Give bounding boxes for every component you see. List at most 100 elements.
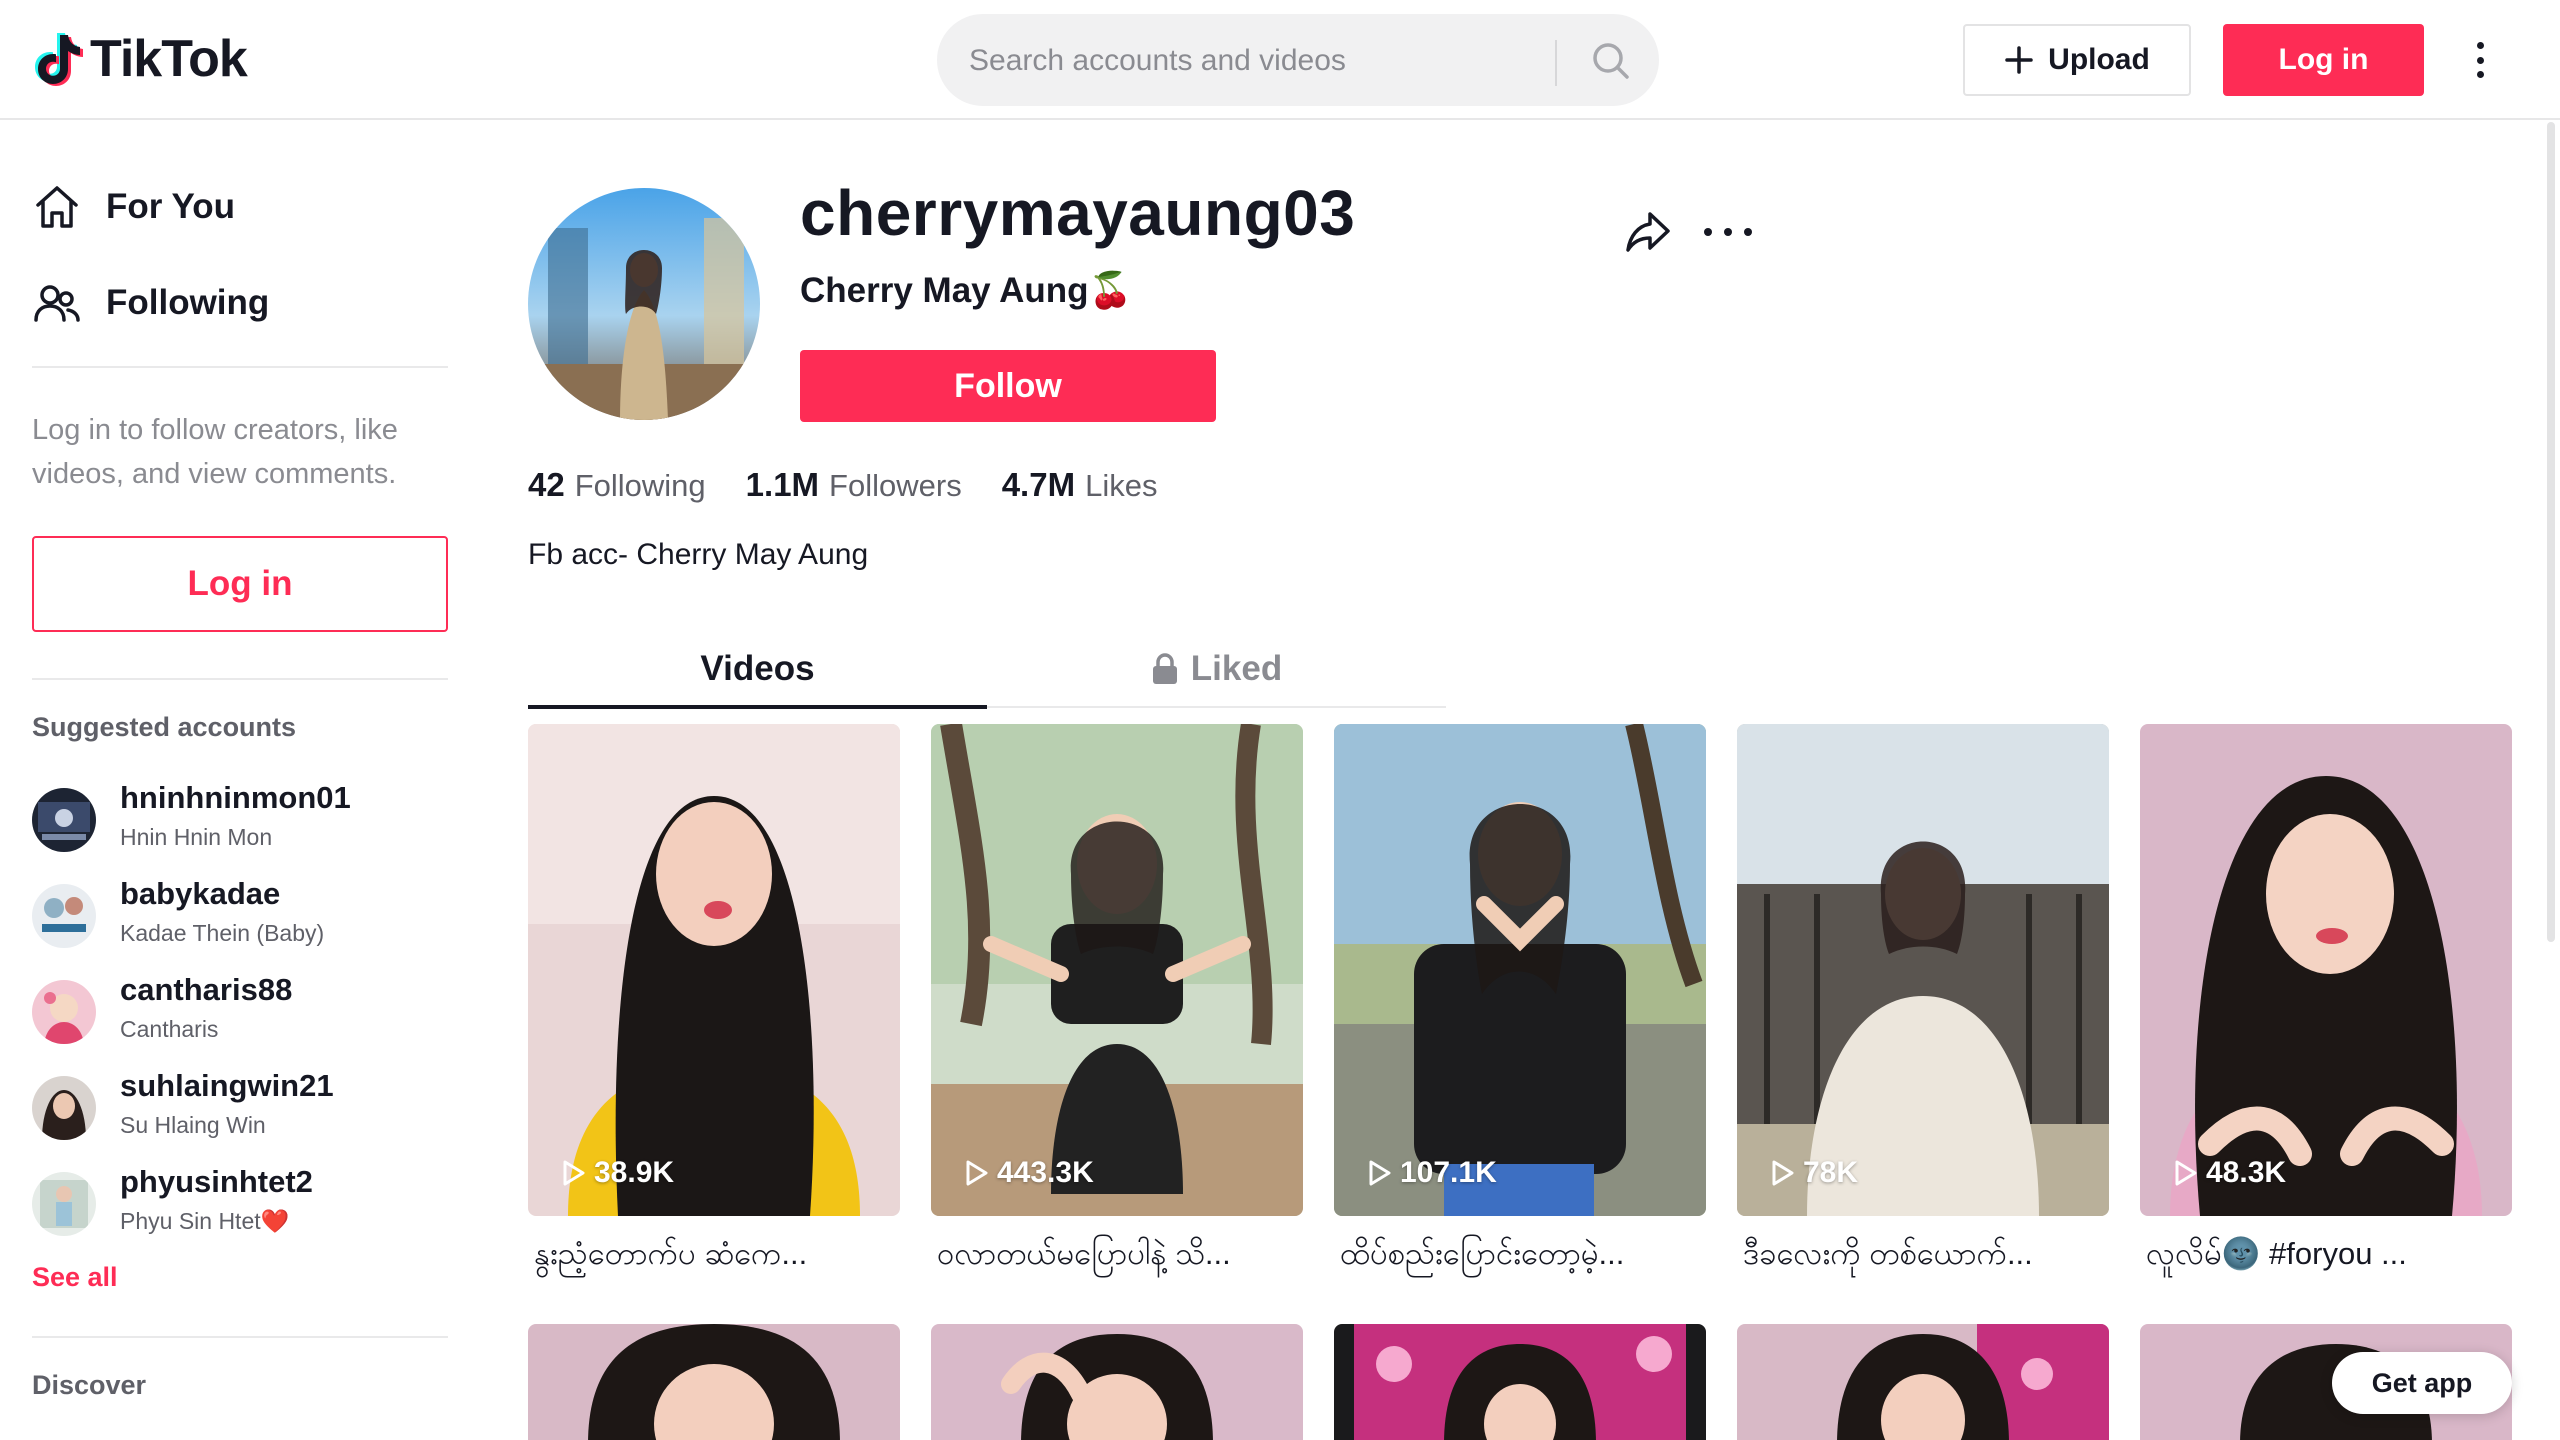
tiktok-note-icon xyxy=(35,33,83,86)
account-username: cantharis88 xyxy=(120,972,293,1007)
suggested-account[interactable]: babykadae Kadae Thein (Baby) xyxy=(32,874,452,954)
sidebar-divider xyxy=(32,366,448,368)
tab-videos[interactable]: Videos xyxy=(528,630,987,708)
home-icon xyxy=(36,186,78,228)
view-count: 443.3K xyxy=(961,1156,1094,1190)
stat-followers[interactable]: 1.1M Followers xyxy=(746,466,962,504)
sidebar-item-label: For You xyxy=(106,187,235,226)
view-count-value: 48.3K xyxy=(2206,1156,2287,1189)
search-bar xyxy=(937,14,1659,106)
play-icon xyxy=(563,1160,585,1186)
follow-button[interactable]: Follow xyxy=(800,350,1216,422)
account-username: phyusinhtet2 xyxy=(120,1164,313,1199)
search-button[interactable] xyxy=(1575,26,1647,96)
scrollbar-thumb[interactable] xyxy=(2547,122,2555,942)
stat-value: 4.7M xyxy=(1001,466,1076,503)
login-hint-text: Log in to follow creators, like videos, … xyxy=(32,414,398,490)
video-thumbnail xyxy=(931,724,1303,1216)
top-header: TikTok Upload Log in xyxy=(0,0,2560,120)
suggested-accounts-title: Suggested accounts xyxy=(32,712,297,742)
page-scrollbar[interactable] xyxy=(2544,122,2558,1440)
view-count-value: 107.1K xyxy=(1400,1156,1497,1189)
play-icon xyxy=(1369,1160,1391,1186)
account-username: suhlaingwin21 xyxy=(120,1068,334,1103)
discover-title: Discover xyxy=(32,1370,147,1400)
sidebar: For You Following Log in to follow creat… xyxy=(0,122,480,1440)
view-count: 48.3K xyxy=(2170,1156,2286,1190)
video-thumbnail xyxy=(1737,724,2109,1216)
stat-likes: 4.7M Likes xyxy=(1002,466,1158,504)
avatar xyxy=(32,1076,96,1140)
profile-tabs: Videos Liked xyxy=(528,630,1446,709)
video-thumbnail xyxy=(528,1324,900,1440)
people-icon xyxy=(34,285,80,322)
upload-label: Upload xyxy=(2048,43,2150,76)
play-icon xyxy=(2175,1160,2197,1186)
view-count: 78K xyxy=(1767,1156,1858,1190)
avatar xyxy=(32,980,96,1044)
sidebar-divider xyxy=(32,1336,448,1338)
tab-liked[interactable]: Liked xyxy=(987,630,1446,708)
stat-label: Following xyxy=(574,468,706,503)
view-count-value: 443.3K xyxy=(997,1156,1094,1189)
account-display-name: Su Hlaing Win xyxy=(120,1112,266,1138)
profile-username: cherrymayaung03 xyxy=(800,177,1356,249)
suggested-account[interactable]: suhlaingwin21 Su Hlaing Win xyxy=(32,1066,452,1146)
account-display-name: Hnin Hnin Mon xyxy=(120,824,273,850)
account-display-name: Cantharis xyxy=(120,1016,219,1042)
stat-value: 1.1M xyxy=(745,466,820,503)
account-display-name: Phyu Sin Htet❤️ xyxy=(120,1208,290,1234)
logo-wordmark: TikTok xyxy=(90,30,248,88)
avatar xyxy=(32,1172,96,1236)
header-login-button[interactable]: Log in xyxy=(2223,24,2424,96)
profile-more-icon[interactable] xyxy=(1704,212,1752,252)
account-username: babykadae xyxy=(120,876,281,911)
video-thumbnail xyxy=(528,724,900,1216)
see-all-link[interactable]: See all xyxy=(32,1262,118,1293)
search-icon xyxy=(1593,43,1629,79)
sidebar-item-label: Following xyxy=(106,283,270,322)
video-caption[interactable]: ထိပ်စည်းပြောင်းတော့မဲ့... xyxy=(1340,1234,1700,1280)
view-count-value: 38.9K xyxy=(594,1156,675,1189)
suggested-account[interactable]: phyusinhtet2 Phyu Sin Htet❤️ xyxy=(32,1162,452,1242)
view-count-value: 78K xyxy=(1803,1156,1859,1189)
video-caption[interactable]: နွးညံ့တောက်ပ ဆံကေ... xyxy=(534,1234,894,1280)
upload-button[interactable]: Upload xyxy=(1963,24,2191,96)
stat-label: Likes xyxy=(1085,468,1158,503)
play-icon xyxy=(966,1160,988,1186)
share-icon[interactable] xyxy=(1622,206,1674,258)
profile-nickname: Cherry May Aung🍒 xyxy=(800,271,1133,310)
account-username: hninhninmon01 xyxy=(120,780,351,815)
video-caption[interactable]: ဒီခလေးကို တစ်ယောက်... xyxy=(1743,1234,2103,1280)
plus-icon xyxy=(2005,46,2033,74)
sidebar-item-following[interactable]: Following xyxy=(32,268,269,338)
video-thumbnail xyxy=(1334,724,1706,1216)
suggested-account[interactable]: cantharis88 Cantharis xyxy=(32,970,452,1050)
suggested-account[interactable]: hninhninmon01 Hnin Hnin Mon xyxy=(32,778,452,858)
sidebar-login-button[interactable]: Log in xyxy=(32,536,448,632)
profile-bio: Fb acc- Cherry May Aung xyxy=(528,538,869,571)
sidebar-item-for-you[interactable]: For You xyxy=(32,172,235,242)
video-thumbnail xyxy=(931,1324,1303,1440)
stat-following[interactable]: 42 Following xyxy=(528,466,706,504)
stat-value: 42 xyxy=(528,466,565,503)
view-count: 107.1K xyxy=(1364,1156,1497,1190)
video-thumbnail xyxy=(1737,1324,2109,1440)
sidebar-divider xyxy=(32,678,448,680)
lock-icon xyxy=(1152,653,1177,684)
view-count: 38.9K xyxy=(558,1156,674,1190)
tab-label: Videos xyxy=(700,649,815,688)
active-tab-indicator xyxy=(528,705,987,709)
tiktok-logo[interactable]: TikTok xyxy=(30,26,248,92)
stat-label: Followers xyxy=(829,468,962,503)
video-caption[interactable]: ဝလာတယ်မပြောပါနဲ့ သိ... xyxy=(937,1234,1297,1280)
video-caption[interactable]: လူလိမ်🌚 #foryou ... xyxy=(2146,1234,2506,1280)
get-app-button[interactable]: Get app xyxy=(2332,1352,2512,1414)
video-thumbnail xyxy=(1334,1324,1706,1440)
video-thumbnail xyxy=(2140,724,2512,1216)
search-divider xyxy=(1555,40,1557,86)
search-input[interactable] xyxy=(969,36,1529,86)
avatar xyxy=(32,884,96,948)
more-menu-icon[interactable] xyxy=(2468,36,2492,84)
profile-avatar xyxy=(528,188,760,420)
